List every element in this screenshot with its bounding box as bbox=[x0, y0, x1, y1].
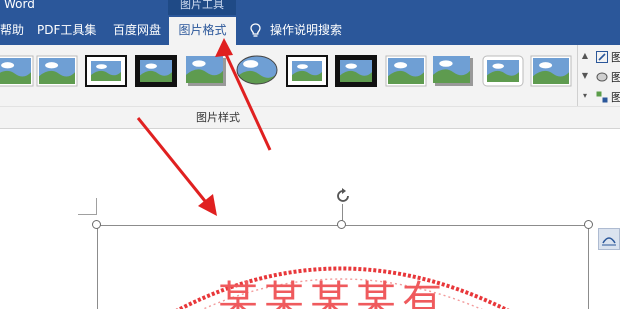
tab-help[interactable]: 帮助 bbox=[0, 15, 24, 45]
margin-mark bbox=[78, 214, 97, 215]
style-preview-icon bbox=[236, 55, 278, 85]
pencil-icon[interactable] bbox=[596, 51, 608, 63]
picture-effects-label[interactable]: 图 bbox=[611, 69, 620, 85]
stamp-image[interactable]: 某某某某有 bbox=[97, 225, 589, 309]
style-preview-icon bbox=[286, 55, 328, 87]
picture-style-thumb[interactable] bbox=[530, 55, 572, 87]
picture-style-thumb[interactable] bbox=[482, 55, 524, 87]
title-bar: Word 图片工具 bbox=[0, 0, 620, 15]
gallery-up-button[interactable]: ▲ bbox=[580, 47, 590, 65]
picture-layout-label[interactable]: 图 bbox=[611, 89, 620, 105]
picture-style-thumb[interactable] bbox=[385, 55, 427, 87]
picture-style-thumb[interactable] bbox=[236, 55, 278, 87]
gallery-scroll: ▲ ▼ ▾ bbox=[577, 45, 591, 107]
tab-picture-format[interactable]: 图片格式 bbox=[169, 17, 236, 45]
picture-style-thumb[interactable] bbox=[286, 55, 328, 87]
window-title: Word bbox=[4, 0, 35, 11]
tab-pdf-tools[interactable]: PDF工具集 bbox=[37, 15, 96, 45]
picture-tools-label: 图片工具 bbox=[180, 0, 224, 11]
rotate-handle-icon[interactable] bbox=[333, 186, 353, 206]
picture-style-thumb[interactable] bbox=[185, 55, 227, 87]
resize-handle-top[interactable] bbox=[337, 220, 346, 229]
picture-style-thumb[interactable] bbox=[432, 55, 474, 87]
picture-tools-group: 图片工具 bbox=[168, 0, 236, 15]
ribbon-tabs: 帮助 PDF工具集 百度网盘 图片格式 操作说明搜索 bbox=[0, 15, 620, 45]
picture-border-label[interactable]: 图 bbox=[611, 49, 620, 65]
picture-style-thumb[interactable] bbox=[135, 55, 177, 87]
style-preview-icon bbox=[36, 55, 78, 87]
stamp-text: 某某某某有 bbox=[218, 278, 448, 309]
picture-styles-group-label: 图片样式 bbox=[196, 111, 240, 124]
picture-style-thumb[interactable] bbox=[36, 55, 78, 87]
stamp-graphic: 某某某某有 bbox=[175, 266, 510, 309]
style-preview-icon bbox=[135, 55, 177, 87]
style-preview-icon bbox=[335, 55, 377, 87]
picture-style-thumb[interactable] bbox=[0, 55, 34, 87]
style-preview-icon bbox=[530, 55, 572, 87]
tab-baidu-netdisk[interactable]: 百度网盘 bbox=[113, 15, 161, 45]
ribbon-picture-styles: ▲ ▼ ▾ 图 图 图 图片样式 bbox=[0, 45, 620, 129]
layout-options-button[interactable] bbox=[598, 228, 620, 250]
layout-icon[interactable] bbox=[596, 91, 608, 103]
picture-style-thumb[interactable] bbox=[335, 55, 377, 87]
margin-mark bbox=[96, 198, 97, 214]
style-preview-icon bbox=[385, 55, 427, 87]
gallery-more-button[interactable]: ▾ bbox=[580, 87, 590, 105]
tell-me-search[interactable]: 操作说明搜索 bbox=[270, 15, 342, 45]
style-preview-icon bbox=[186, 56, 226, 86]
gallery-down-button[interactable]: ▼ bbox=[580, 67, 590, 85]
picture-style-thumb[interactable] bbox=[85, 55, 127, 87]
effects-icon[interactable] bbox=[596, 71, 608, 83]
style-preview-icon bbox=[85, 55, 127, 87]
resize-handle-top-right[interactable] bbox=[584, 220, 593, 229]
layout-options-icon bbox=[602, 237, 616, 246]
group-divider bbox=[0, 106, 620, 107]
lightbulb-icon[interactable] bbox=[250, 23, 261, 38]
style-preview-icon bbox=[433, 56, 473, 86]
style-preview-icon bbox=[0, 55, 34, 87]
resize-handle-top-left[interactable] bbox=[92, 220, 101, 229]
style-preview-icon bbox=[482, 55, 524, 87]
rotate-stem bbox=[342, 204, 343, 221]
